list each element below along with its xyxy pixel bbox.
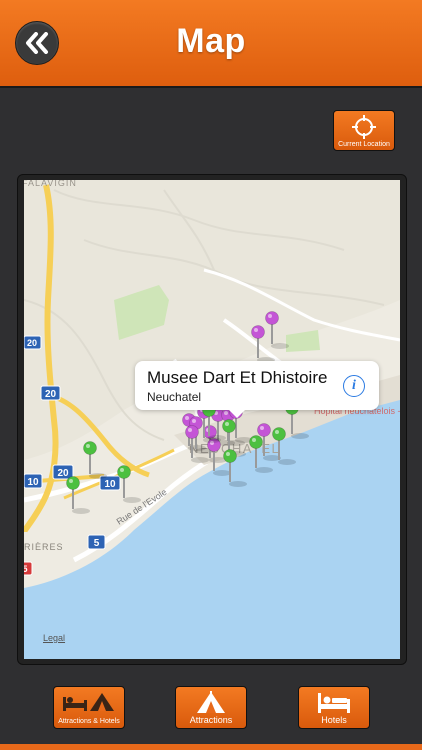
bed-icon [318, 693, 350, 713]
map-callout[interactable]: Musee Dart Et Dhistoire Neuchatel i [135, 361, 379, 418]
map-label-area: RIÈRES [24, 542, 64, 552]
info-icon[interactable]: i [343, 375, 365, 397]
svg-text:5: 5 [24, 564, 28, 574]
route-shield: 5 [24, 561, 33, 576]
tab-hotels[interactable]: Hotels [298, 686, 370, 729]
map-frame: 20 20 20 10 10 5 5 FALAVIGIN NEUCHATEL H… [17, 174, 407, 665]
page-title: Map [176, 22, 246, 60]
callout-title: Musee Dart Et Dhistoire [147, 368, 328, 387]
bottom-accent-strip [0, 744, 422, 750]
tab-label: Attractions & Hotels [58, 718, 120, 725]
header-bar: Map [0, 0, 422, 88]
legal-link[interactable]: Legal [43, 633, 65, 643]
route-shield: 20 [40, 385, 61, 401]
bed-and-tent-icon [63, 693, 114, 711]
callout-pointer [229, 410, 245, 418]
route-shield: 20 [24, 335, 42, 350]
map-view[interactable]: 20 20 20 10 10 5 5 FALAVIGIN NEUCHATEL H… [24, 180, 400, 659]
map-canvas: 20 20 20 10 10 5 5 FALAVIGIN NEUCHATEL H… [24, 180, 400, 659]
tab-attractions-and-hotels[interactable]: Attractions & Hotels [53, 686, 125, 729]
svg-text:10: 10 [27, 477, 39, 488]
tent-icon [197, 691, 225, 713]
callout-subtitle: Neuchatel [147, 390, 202, 404]
map-label-area: FALAVIGIN [24, 180, 77, 188]
route-shield: 10 [24, 473, 43, 489]
crosshair-icon [352, 115, 376, 139]
svg-text:10: 10 [104, 479, 116, 490]
svg-text:20: 20 [45, 389, 57, 400]
tab-attractions[interactable]: Attractions [175, 686, 247, 729]
svg-text:20: 20 [57, 468, 69, 479]
current-location-label: Current Location [338, 141, 390, 148]
tab-label: Attractions [189, 715, 233, 725]
route-shield: 5 [87, 534, 106, 550]
tab-label: Hotels [321, 715, 347, 725]
svg-text:5: 5 [94, 538, 100, 549]
current-location-button[interactable]: Current Location [333, 110, 395, 151]
svg-text:20: 20 [27, 338, 37, 348]
